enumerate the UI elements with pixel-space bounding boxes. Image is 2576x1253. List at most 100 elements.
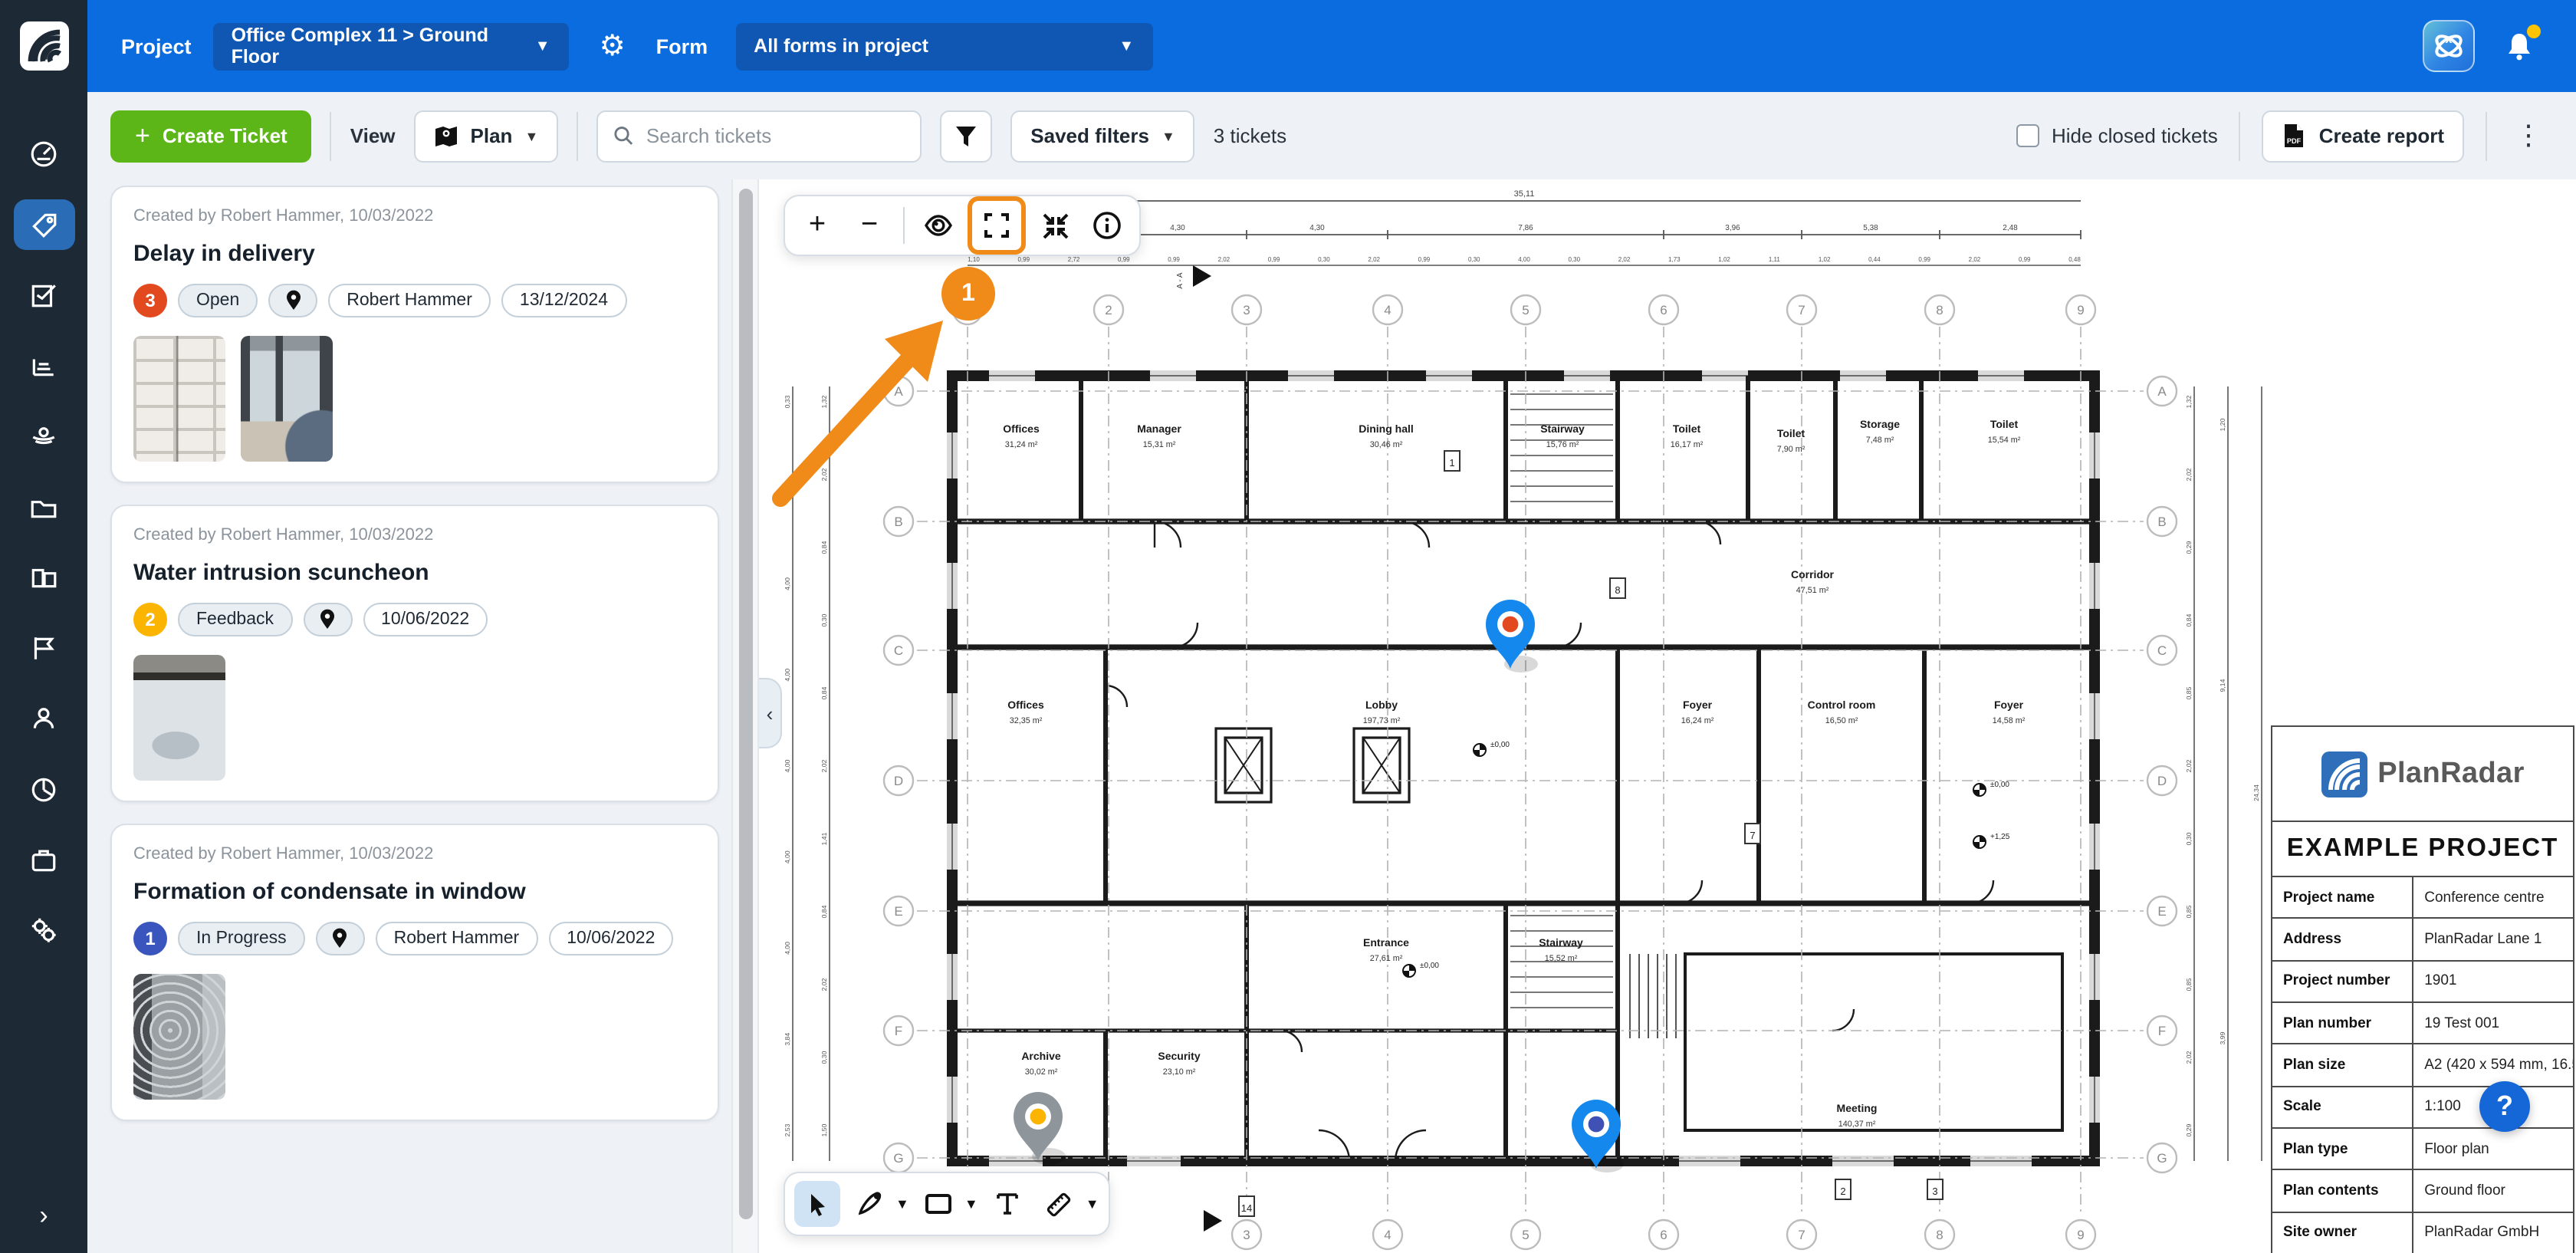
sidebar-item-contacts[interactable]: [13, 693, 74, 744]
select-tool-button[interactable]: [794, 1181, 840, 1227]
grid-bubble-label: B: [894, 515, 902, 529]
visibility-eye-button[interactable]: [915, 202, 961, 248]
notifications-button[interactable]: [2496, 23, 2542, 69]
search-input[interactable]: [646, 124, 905, 147]
location-pill[interactable]: [268, 284, 317, 317]
sidebar-item-documents[interactable]: [13, 552, 74, 603]
svg-text:x: x: [2446, 33, 2453, 46]
collapse-panel-tab[interactable]: ‹: [759, 678, 782, 748]
due-date-pill[interactable]: 10/06/2022: [548, 922, 673, 955]
planradar-logo[interactable]: [0, 0, 87, 92]
scrollbar-thumb[interactable]: [739, 189, 753, 1219]
room-name: Security: [1158, 1050, 1200, 1062]
ruler-icon: [1045, 1189, 1074, 1218]
search-box: [596, 110, 922, 162]
grid-bubble-label: 3: [1243, 303, 1250, 317]
fit-to-screen-button[interactable]: [1032, 202, 1078, 248]
sidebar-expand-chevron[interactable]: ›: [39, 1201, 48, 1232]
sidebar-item-site-map[interactable]: [13, 411, 74, 462]
ticket-badges: 1In ProgressRobert Hammer10/06/2022: [133, 922, 696, 955]
room-area: 30,46 m²: [1370, 440, 1403, 449]
location-pill[interactable]: [303, 603, 352, 636]
project-settings-gear-icon[interactable]: ⚙: [600, 28, 626, 64]
sidebar-item-plans[interactable]: [13, 270, 74, 321]
shape-tool-caret[interactable]: ▼: [964, 1196, 978, 1212]
sidebar-item-reports[interactable]: [13, 764, 74, 814]
sidebar-item-folders[interactable]: [13, 482, 74, 532]
sidebar-item-flags[interactable]: [13, 623, 74, 673]
more-options-kebab[interactable]: ⋮: [2509, 120, 2548, 152]
projects-icon: [29, 845, 58, 874]
form-selector[interactable]: All forms in project ▼: [735, 22, 1152, 70]
dimension-label: 1,10: [968, 256, 980, 263]
status-pill[interactable]: In Progress: [178, 922, 305, 955]
sidebar-item-tickets[interactable]: [13, 199, 74, 250]
dimension-label: 1,73: [1668, 256, 1681, 263]
top-bar: Project Office Complex 11 > Ground Floor…: [0, 0, 2576, 92]
project-selector[interactable]: Office Complex 11 > Ground Floor ▼: [213, 22, 569, 70]
text-tool-button[interactable]: [984, 1181, 1030, 1227]
dimension-label: 0,30: [1468, 256, 1480, 263]
ticket-photo-thumbnail[interactable]: [133, 336, 225, 462]
assignee-pill[interactable]: Robert Hammer: [328, 284, 491, 317]
grid-bubble-label: D: [2157, 774, 2167, 788]
measure-tool-caret[interactable]: ▼: [1086, 1196, 1099, 1212]
funnel-icon: [954, 123, 978, 148]
sidebar-item-statistics[interactable]: [13, 340, 74, 391]
measure-tool-button[interactable]: [1037, 1181, 1083, 1227]
app-switcher-button[interactable]: x: [2423, 20, 2475, 72]
create-ticket-button[interactable]: + Create Ticket: [110, 110, 312, 162]
planradar-logo-icon: [18, 20, 70, 72]
room-area: 15,76 m²: [1546, 440, 1579, 449]
ticket-photo-thumbnail[interactable]: [133, 974, 225, 1100]
room-name: Stairway: [1540, 423, 1585, 435]
room-name: Storage: [1860, 418, 1900, 430]
ticket-card[interactable]: Created by Robert Hammer, 10/03/2022 Del…: [110, 186, 719, 483]
ticket-photo-thumbnail[interactable]: [241, 336, 333, 462]
pen-tool-caret[interactable]: ▼: [895, 1196, 909, 1212]
room-name: Corridor: [1791, 568, 1835, 580]
status-pill[interactable]: Open: [178, 284, 258, 317]
pdf-file-icon: PDF: [2282, 123, 2307, 149]
pen-icon: [856, 1190, 883, 1218]
due-date-pill[interactable]: 10/06/2022: [363, 603, 488, 636]
room-name: Dining hall: [1359, 423, 1414, 435]
assignee-pill[interactable]: Robert Hammer: [376, 922, 538, 955]
ticket-photo-thumbnail[interactable]: [133, 655, 225, 781]
dimension-label: 2,02: [2185, 759, 2193, 772]
checkbox-box[interactable]: [2016, 124, 2039, 147]
saved-filters-dropdown[interactable]: Saved filters ▼: [1010, 110, 1195, 162]
hide-closed-checkbox[interactable]: Hide closed tickets: [2016, 124, 2218, 147]
ticket-card[interactable]: Created by Robert Hammer, 10/03/2022 Wat…: [110, 505, 719, 802]
chevron-down-icon: ▼: [1119, 38, 1134, 54]
shape-tool-button[interactable]: [915, 1181, 961, 1227]
titleblock-row: Project number1901: [2272, 961, 2573, 1003]
help-button[interactable]: ?: [2479, 1081, 2530, 1132]
plan-viewer[interactable]: 1233445566778899AABBCCDDEEFFGG35,114,344…: [759, 179, 2576, 1253]
status-pill[interactable]: Feedback: [178, 603, 292, 636]
tickets-toolbar: + Create Ticket View Plan ▼: [87, 92, 2576, 179]
room-area: 32,35 m²: [1010, 716, 1043, 725]
ticket-list-scrollbar[interactable]: [731, 179, 759, 1253]
view-mode-dropdown[interactable]: Plan ▼: [414, 110, 559, 162]
location-pill[interactable]: [316, 922, 365, 955]
level-marker-label: ±0,00: [1490, 741, 1510, 749]
sidebar-item-settings[interactable]: [13, 905, 74, 955]
sidebar-item-projects[interactable]: [13, 834, 74, 885]
plan-info-button[interactable]: [1084, 202, 1130, 248]
ticket-card[interactable]: Created by Robert Hammer, 10/03/2022 For…: [110, 824, 719, 1121]
dimension-label: 2,02: [1969, 256, 1981, 263]
pen-tool-button[interactable]: [846, 1181, 892, 1227]
dimension-label: 4,30: [1170, 224, 1185, 232]
zoom-in-button[interactable]: +: [794, 202, 840, 248]
project-selector-value: Office Complex 11 > Ground Floor: [232, 25, 520, 67]
fullscreen-button[interactable]: [974, 202, 1020, 248]
titleblock-value: Conference centre: [2413, 877, 2573, 918]
room-area: 16,17 m²: [1671, 440, 1704, 449]
grid-bubble-label: A: [2157, 384, 2167, 399]
zoom-out-button[interactable]: −: [846, 202, 892, 248]
due-date-pill[interactable]: 13/12/2024: [501, 284, 626, 317]
create-report-button[interactable]: PDF Create report: [2262, 110, 2464, 162]
sidebar-item-dashboard[interactable]: [13, 129, 74, 179]
filter-button[interactable]: [940, 110, 992, 162]
